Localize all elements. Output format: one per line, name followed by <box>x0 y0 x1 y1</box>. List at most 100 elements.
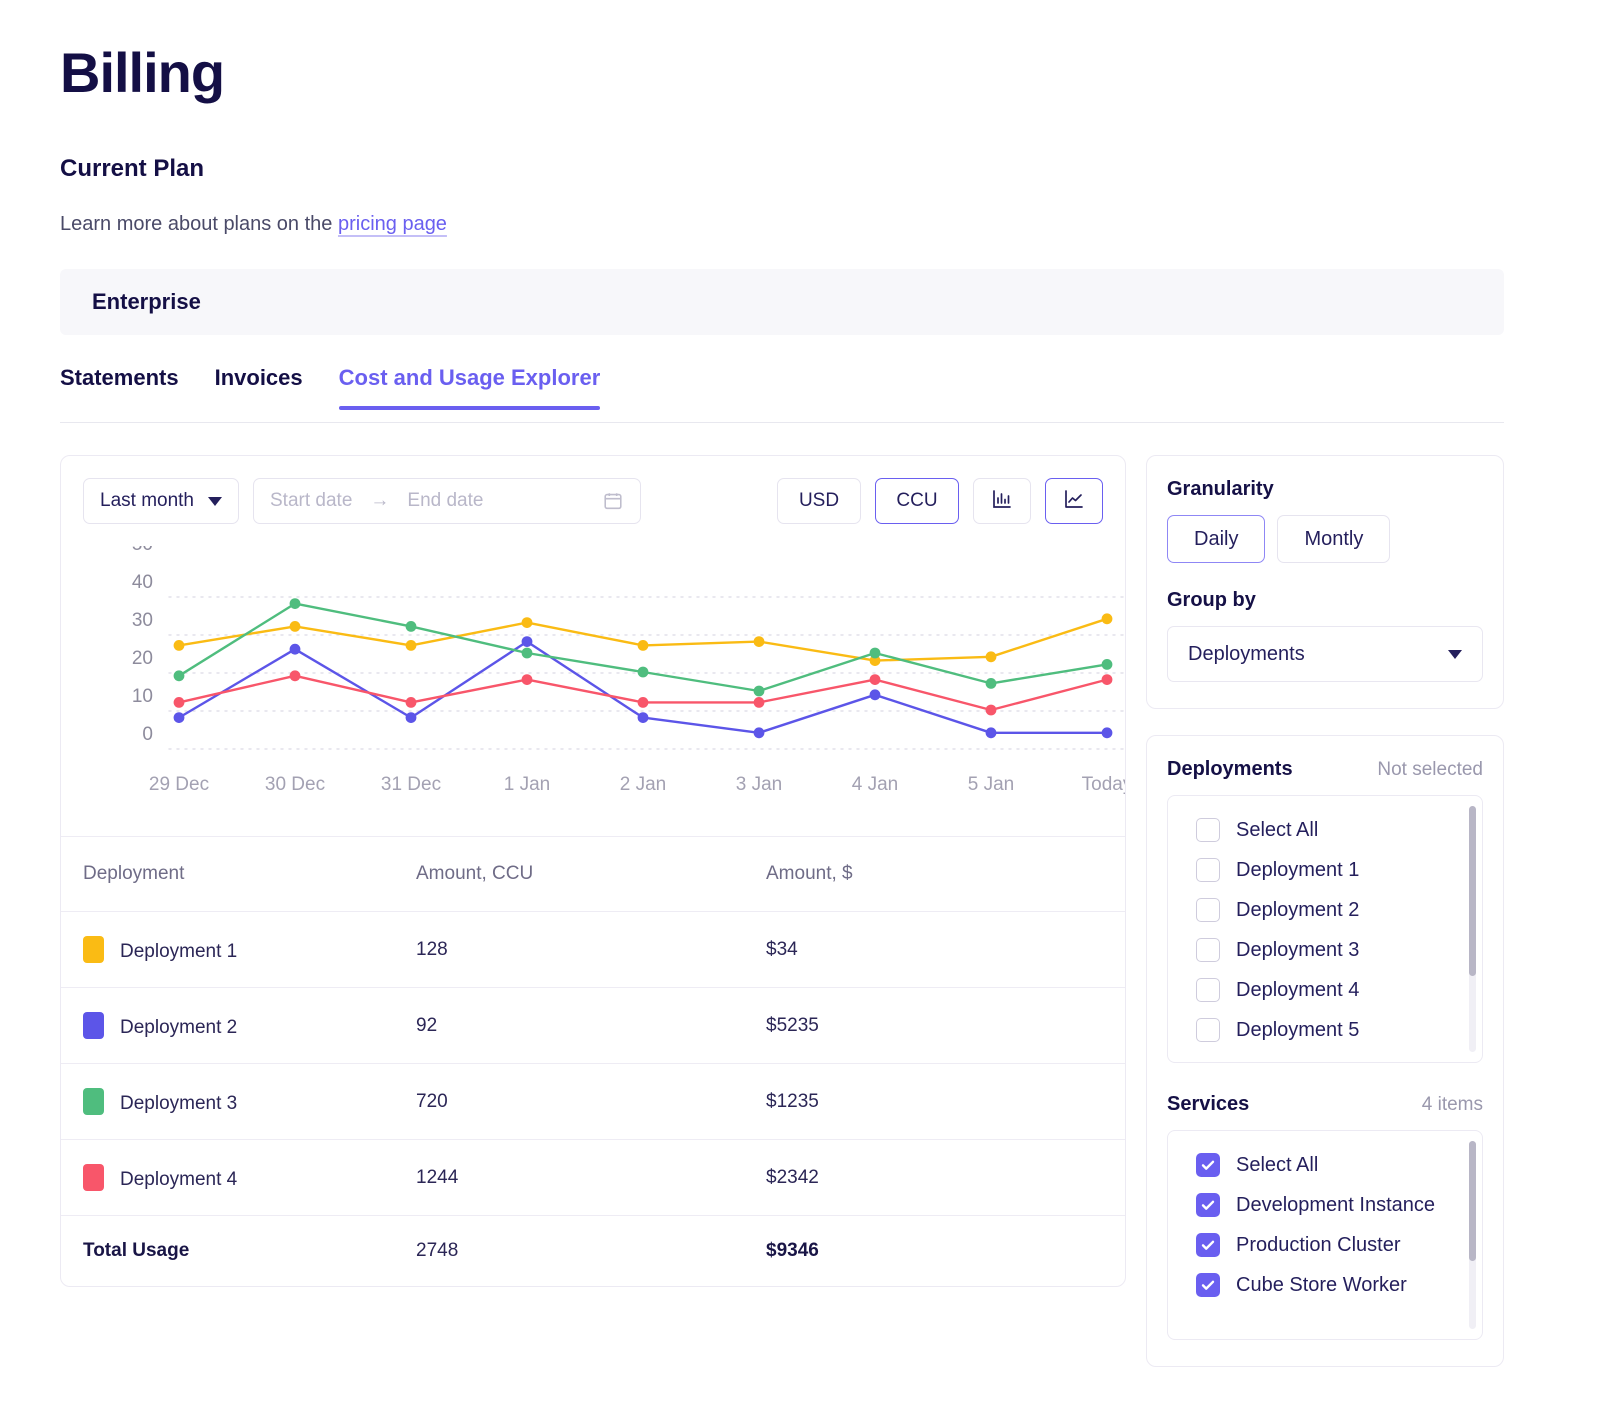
checkbox-checked-icon[interactable] <box>1196 1273 1220 1297</box>
services-scrollbar-thumb[interactable] <box>1469 1141 1476 1261</box>
deployment-option[interactable]: Deployment 1 <box>1168 850 1482 890</box>
total-label: Total Usage <box>61 1215 416 1286</box>
x-axis-tick-label: Today <box>1082 774 1125 795</box>
chart-data-point[interactable] <box>405 621 417 632</box>
deployment-option[interactable]: Deployment 4 <box>1168 970 1482 1010</box>
service-option-label: Cube Store Worker <box>1236 1273 1407 1296</box>
calendar-icon[interactable] <box>602 490 624 512</box>
chart-data-point[interactable] <box>1101 613 1113 625</box>
deployments-list[interactable]: Select All Deployment 1 Deployment 2 Deploy… <box>1167 795 1483 1063</box>
row-deployment-name: Deployment 4 <box>61 1139 416 1216</box>
service-option[interactable]: Cube Store Worker <box>1168 1265 1482 1305</box>
chart-data-point[interactable] <box>1101 674 1113 685</box>
page-title: Billing <box>60 41 225 104</box>
chart-data-point[interactable] <box>173 670 185 682</box>
chart-data-point[interactable] <box>637 640 649 651</box>
chart-data-point[interactable] <box>869 674 881 685</box>
chart-data-point[interactable] <box>405 712 417 723</box>
checkbox-unchecked-icon[interactable] <box>1196 938 1220 962</box>
line-chart-view-button[interactable] <box>1045 478 1103 524</box>
deployment-option-label: Deployment 4 <box>1236 978 1360 1001</box>
chart-data-point[interactable] <box>521 647 533 659</box>
checkbox-checked-icon[interactable] <box>1196 1193 1220 1217</box>
deployment-label: Deployment 1 <box>120 941 238 962</box>
chart-data-point[interactable] <box>1101 727 1113 739</box>
deployment-option[interactable]: Deployment 2 <box>1168 890 1482 930</box>
chart-data-point[interactable] <box>869 647 881 659</box>
chart-series-line <box>177 617 1109 662</box>
chart-data-point[interactable] <box>985 727 997 739</box>
bar-chart-view-button[interactable] <box>973 478 1031 524</box>
unit-usd-button[interactable]: USD <box>777 478 861 524</box>
checkbox-checked-icon[interactable] <box>1196 1233 1220 1257</box>
chart-data-point[interactable] <box>637 697 649 708</box>
service-option[interactable]: Select All <box>1168 1145 1482 1185</box>
deployment-option[interactable]: Deployment 3 <box>1168 930 1482 970</box>
table-row: Deployment 1 128 $34 <box>61 911 1125 988</box>
x-axis-tick-label: 5 Jan <box>968 774 1014 795</box>
pricing-page-link[interactable]: pricing page <box>338 213 447 235</box>
end-date-input[interactable]: End date <box>407 490 483 512</box>
date-range-preset-dropdown[interactable]: Last month <box>83 478 239 524</box>
chart-data-point[interactable] <box>521 636 533 647</box>
tab-statements[interactable]: Statements <box>60 365 179 409</box>
current-plan-banner: Enterprise <box>60 269 1504 335</box>
deployment-option[interactable]: Select All <box>1168 810 1482 850</box>
chart-data-point[interactable] <box>753 697 765 708</box>
chart-data-point[interactable] <box>289 621 301 632</box>
chart-data-point[interactable] <box>753 636 765 647</box>
total-amount-ccu: 2748 <box>416 1215 766 1286</box>
chart-data-point[interactable] <box>173 697 185 708</box>
chart-data-point[interactable] <box>637 712 649 723</box>
series-color-swatch <box>83 1164 104 1191</box>
chart-data-point[interactable] <box>985 704 997 716</box>
service-option[interactable]: Production Cluster <box>1168 1225 1482 1265</box>
deployment-option-label: Deployment 5 <box>1236 1018 1360 1041</box>
checkbox-unchecked-icon[interactable] <box>1196 818 1220 842</box>
chart-data-point[interactable] <box>289 598 301 609</box>
row-amount-usd: $34 <box>766 911 1125 988</box>
service-option-label: Production Cluster <box>1236 1233 1401 1256</box>
chart-data-point[interactable] <box>753 685 765 697</box>
chart-data-point[interactable] <box>637 666 649 678</box>
chart-data-point[interactable] <box>521 617 533 628</box>
table-row: Deployment 4 1244 $2342 <box>61 1139 1125 1216</box>
x-axis-tick-label: 1 Jan <box>504 774 550 795</box>
granularity-daily-button[interactable]: Daily <box>1167 515 1266 563</box>
granularity-monthly-button[interactable]: Montly <box>1277 515 1391 563</box>
chart-data-point[interactable] <box>521 674 533 685</box>
chart-data-point[interactable] <box>985 678 997 689</box>
checkbox-unchecked-icon[interactable] <box>1196 858 1220 882</box>
checkbox-unchecked-icon[interactable] <box>1196 978 1220 1002</box>
chart-data-point[interactable] <box>753 727 765 739</box>
tab-invoices[interactable]: Invoices <box>215 365 303 409</box>
unit-ccu-button[interactable]: CCU <box>875 478 959 524</box>
deployments-scrollbar-thumb[interactable] <box>1469 806 1476 976</box>
checkbox-checked-icon[interactable] <box>1196 1153 1220 1177</box>
chart-data-point[interactable] <box>173 712 185 723</box>
table-row: Deployment 2 92 $5235 <box>61 987 1125 1064</box>
tab-cost-and-usage-explorer[interactable]: Cost and Usage Explorer <box>338 365 600 410</box>
chart-data-point[interactable] <box>173 640 185 651</box>
chart-data-point[interactable] <box>405 640 417 651</box>
deployment-option[interactable]: Deployment 5 <box>1168 1010 1482 1050</box>
group-by-select[interactable]: Deployments <box>1167 626 1483 682</box>
chart-data-point[interactable] <box>405 697 417 708</box>
chart-data-point[interactable] <box>289 643 301 655</box>
services-list[interactable]: Select All Development Instance Production… <box>1167 1130 1483 1340</box>
usage-chart: 0 10 20 30 40 50 29 Dec 30 Dec 31 Dec 1 Jan 2 Jan 3… <box>61 546 1125 836</box>
deployments-list-header: Deployments Not selected <box>1167 758 1483 781</box>
checkbox-unchecked-icon[interactable] <box>1196 1018 1220 1042</box>
start-date-input[interactable]: Start date <box>270 490 352 512</box>
plan-name: Enterprise <box>92 289 201 314</box>
chart-data-point[interactable] <box>985 651 997 663</box>
chart-data-point[interactable] <box>1101 659 1113 670</box>
y-axis-tick-label: 0 <box>142 724 153 745</box>
date-range-input[interactable]: Start date → End date <box>253 478 641 524</box>
checkbox-unchecked-icon[interactable] <box>1196 898 1220 922</box>
chart-data-point[interactable] <box>289 670 301 682</box>
table-row: Deployment 3 720 $1235 <box>61 1063 1125 1140</box>
deployments-heading: Deployments <box>1167 758 1293 780</box>
service-option[interactable]: Development Instance <box>1168 1185 1482 1225</box>
chart-data-point[interactable] <box>869 689 881 701</box>
